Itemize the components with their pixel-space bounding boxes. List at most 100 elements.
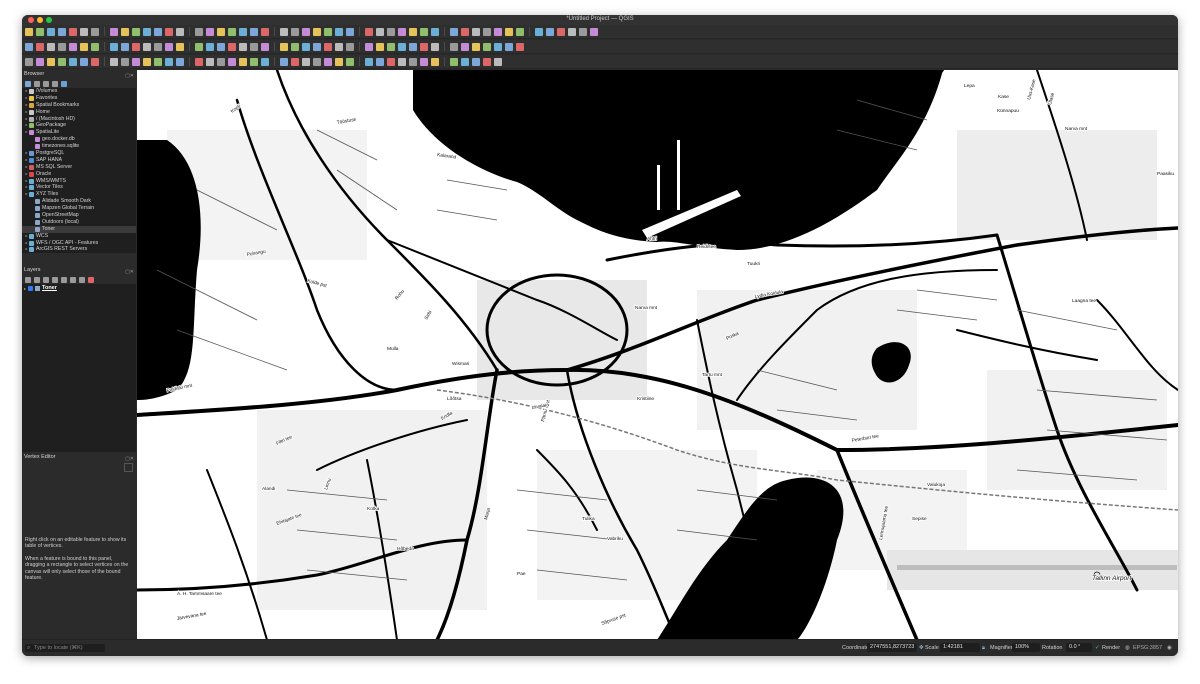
zoom-out-icon[interactable] [420, 42, 428, 51]
filter-legend-icon[interactable] [52, 276, 58, 283]
label-icon[interactable] [110, 42, 118, 51]
open-project-icon[interactable] [110, 57, 118, 66]
attribute-table-icon[interactable] [217, 57, 225, 66]
label-icon[interactable] [431, 57, 439, 66]
browser-item[interactable]: ▸ ArcGIS REST Servers [22, 246, 136, 253]
attribute-table-icon[interactable] [409, 57, 417, 66]
help-icon[interactable] [472, 57, 480, 66]
expand-all-icon[interactable] [70, 276, 76, 283]
browser-item[interactable]: ▸ / (Macintosh HD) [22, 116, 136, 123]
print-layout-icon[interactable] [195, 42, 203, 51]
attribute-table-icon[interactable] [335, 27, 343, 36]
layer-visibility-checkbox[interactable] [28, 285, 34, 291]
new-project-icon[interactable] [154, 42, 162, 51]
label-icon[interactable] [494, 42, 502, 51]
print-layout-icon[interactable] [58, 27, 66, 36]
zoom-in-icon[interactable] [409, 42, 417, 51]
browser-item[interactable]: Outdoors (local) [22, 219, 136, 226]
digitize-icon[interactable] [546, 27, 554, 36]
measure-icon[interactable] [387, 57, 395, 66]
panel-float-close-icon[interactable]: ▢✕ [125, 268, 134, 277]
pan-icon[interactable] [261, 27, 269, 36]
help-icon[interactable] [80, 57, 88, 66]
label-icon[interactable] [239, 57, 247, 66]
save-project-icon[interactable] [121, 57, 129, 66]
add-selected-layers-icon[interactable] [25, 80, 31, 87]
browser-item[interactable]: OpenStreetMap [22, 212, 136, 219]
open-project-icon[interactable] [420, 27, 428, 36]
help-icon[interactable] [398, 27, 406, 36]
plugin-icon[interactable] [450, 57, 458, 66]
browser-item[interactable]: ▸/Volumes [22, 88, 136, 95]
attribute-table-icon[interactable] [280, 42, 288, 51]
help-icon[interactable] [590, 27, 598, 36]
open-project-icon[interactable] [228, 27, 236, 36]
map-canvas[interactable]: Lepa Kase Uus-Kase Künnapuu Ülase Narva mnt Pa… [137, 70, 1178, 640]
plugin-icon[interactable] [313, 42, 321, 51]
zoom-in-icon[interactable] [280, 27, 288, 36]
browser-item[interactable]: ▸ PostgreSQL [22, 150, 136, 157]
zoom-out-icon[interactable] [228, 42, 236, 51]
print-layout-icon[interactable] [250, 27, 258, 36]
zoom-in-icon[interactable] [217, 42, 225, 51]
plugin-icon[interactable] [505, 42, 513, 51]
properties-icon[interactable] [61, 80, 67, 87]
digitize-icon[interactable] [36, 57, 44, 66]
identify-icon[interactable] [302, 27, 310, 36]
measure-icon[interactable] [450, 42, 458, 51]
python-icon[interactable] [132, 42, 140, 51]
measure-icon[interactable] [195, 57, 203, 66]
browser-item[interactable]: ▸ WFS / OGC API - Features [22, 240, 136, 247]
attribute-table-icon[interactable] [143, 27, 151, 36]
digitize-icon[interactable] [228, 57, 236, 66]
attribute-table-icon[interactable] [25, 57, 33, 66]
browser-item[interactable]: ▸ XYZ Tiles [22, 191, 136, 198]
measure-icon[interactable] [121, 27, 129, 36]
plugin-icon[interactable] [568, 27, 576, 36]
browser-item[interactable]: Alidade Smooth Dark [22, 198, 136, 205]
browser-item[interactable]: ▸ WCS [22, 233, 136, 240]
python-icon[interactable] [324, 42, 332, 51]
open-project-icon[interactable] [165, 42, 173, 51]
browser-item[interactable]: ▸ Oracle [22, 171, 136, 178]
layer-item-toner[interactable]: ▸ Toner [22, 284, 136, 292]
filter-icon[interactable] [43, 80, 49, 87]
locator-search-input[interactable]: Type to locate (⌘K) [25, 644, 105, 652]
pan-icon[interactable] [335, 57, 343, 66]
pan-icon[interactable] [398, 42, 406, 51]
label-icon[interactable] [165, 27, 173, 36]
label-icon[interactable] [302, 42, 310, 51]
filter-expression-icon[interactable] [61, 276, 67, 283]
browser-item[interactable]: ▸ Favorites [22, 95, 136, 102]
manage-map-themes-icon[interactable] [43, 276, 49, 283]
python-icon[interactable] [516, 42, 524, 51]
open-project-icon[interactable] [365, 42, 373, 51]
select-icon[interactable] [69, 42, 77, 51]
zoom-in-icon[interactable] [472, 27, 480, 36]
collapse-all-icon[interactable] [52, 80, 58, 87]
pan-icon[interactable] [206, 42, 214, 51]
browser-item[interactable]: geo.docker.db [22, 136, 136, 143]
attribute-table-icon[interactable] [80, 42, 88, 51]
digitize-icon[interactable] [291, 42, 299, 51]
identify-icon[interactable] [176, 57, 184, 66]
coordinate-field[interactable]: 2747551,8273723 [867, 643, 917, 652]
refresh-icon[interactable] [34, 80, 40, 87]
messages-icon[interactable]: ◉ [1167, 645, 1172, 651]
print-layout-icon[interactable] [132, 57, 140, 66]
toner-map[interactable]: LepaKase Uus-KaseKünnapuuÜlaseNarva mntPa… [137, 70, 1178, 640]
browser-item[interactable]: Mapzen Global Terrain [22, 205, 136, 212]
browser-item[interactable]: ▸ Home [22, 109, 136, 116]
save-project-icon[interactable] [431, 27, 439, 36]
identify-icon[interactable] [239, 42, 247, 51]
vertex-options-button[interactable] [124, 463, 133, 472]
zoom-in-icon[interactable] [80, 27, 88, 36]
measure-icon[interactable] [313, 27, 321, 36]
select-icon[interactable] [516, 27, 524, 36]
browser-item[interactable]: Toner [22, 225, 136, 233]
browser-item[interactable]: ▸ Vector Tiles [22, 184, 136, 191]
digitize-icon[interactable] [91, 42, 99, 51]
plugin-icon[interactable] [121, 42, 129, 51]
python-icon[interactable] [579, 27, 587, 36]
plugin-icon[interactable] [58, 57, 66, 66]
